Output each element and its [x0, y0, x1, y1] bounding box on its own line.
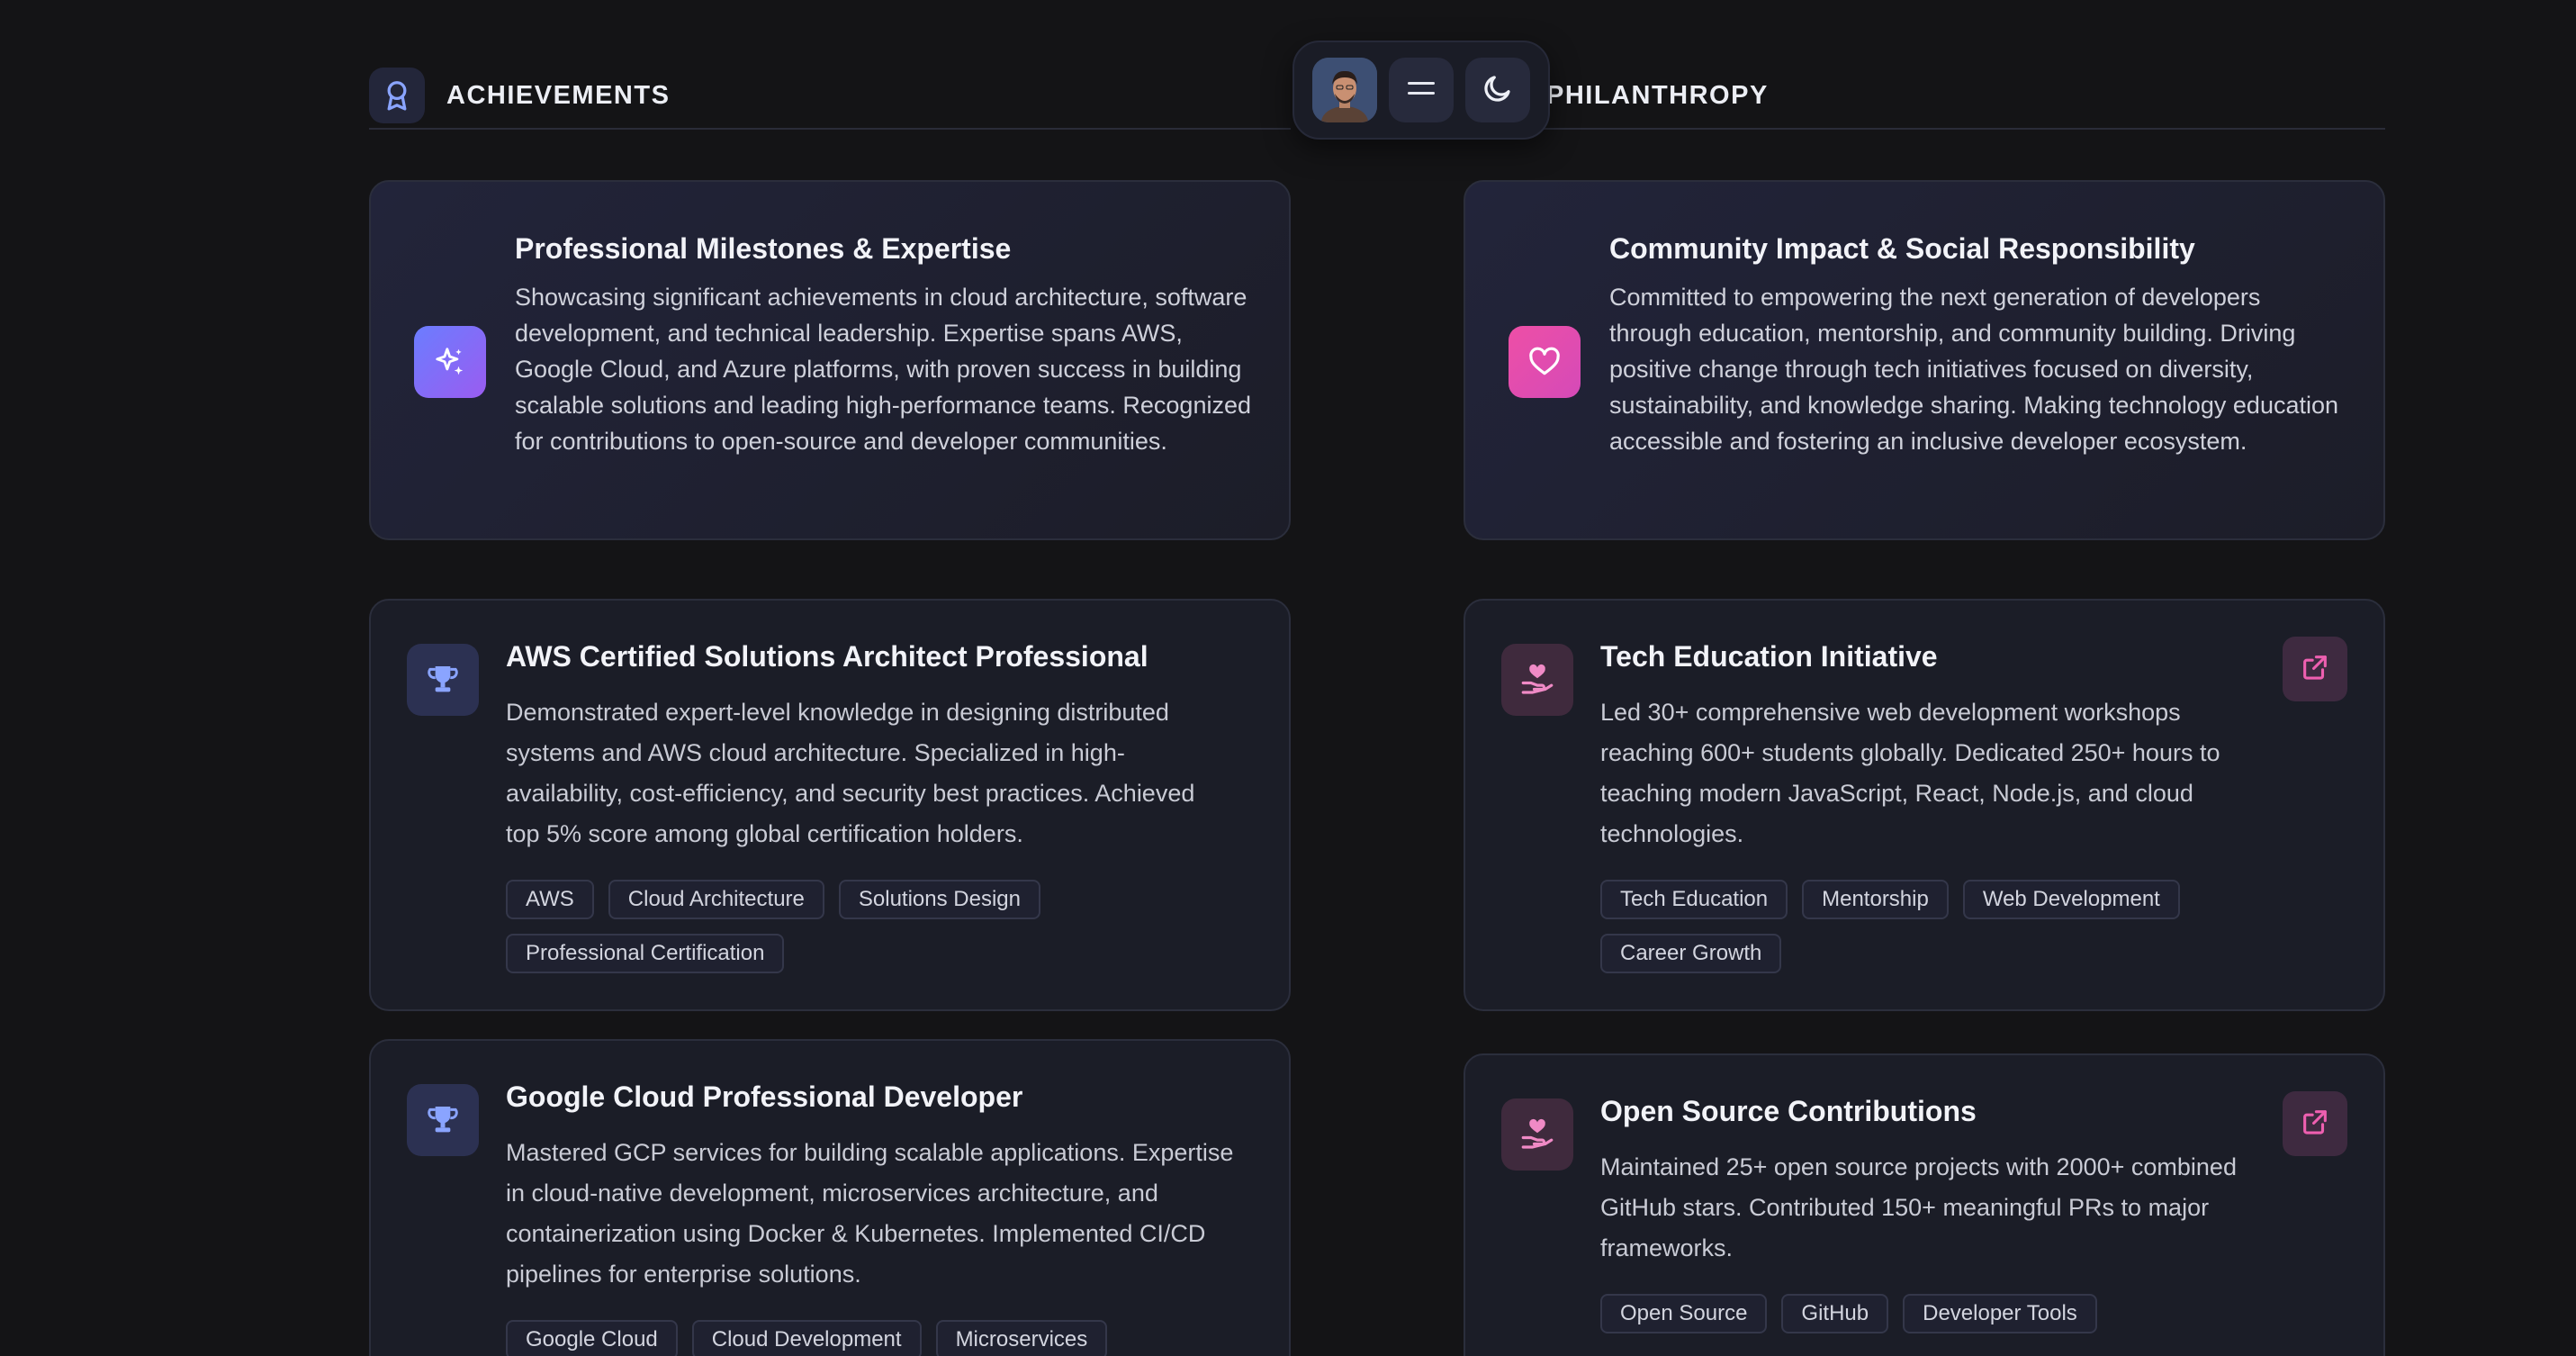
- external-link-icon: [2300, 1107, 2330, 1142]
- moon-icon: [1482, 72, 1514, 109]
- trophy-icon: [407, 644, 479, 716]
- philanthropy-hero-title: Community Impact & Social Responsibility: [1609, 232, 2195, 265]
- tag-list: Open Source GitHub Developer Tools: [1600, 1294, 2338, 1333]
- tag-list: AWS Cloud Architecture Solutions Design …: [506, 880, 1244, 973]
- sparkles-icon: [414, 326, 486, 398]
- tag: Google Cloud: [506, 1320, 678, 1356]
- philanthropy-hero-card: Community Impact & Social Responsibility…: [1464, 180, 2385, 540]
- heart-icon: [1509, 326, 1581, 398]
- floating-navbar: [1293, 41, 1550, 140]
- tag: AWS: [506, 880, 594, 919]
- external-link-button[interactable]: [2283, 1091, 2347, 1156]
- menu-icon: [1406, 78, 1437, 103]
- philanthropy-card-open-source: Open Source Contributions Maintained 25+…: [1464, 1053, 2385, 1356]
- achievements-title: ACHIEVEMENTS: [446, 80, 671, 110]
- achievement-description: Mastered GCP services for building scala…: [506, 1139, 1234, 1288]
- tag: Professional Certification: [506, 934, 785, 973]
- philanthropy-header: PHILANTHROPY: [1464, 63, 2385, 130]
- tag: GitHub: [1781, 1294, 1889, 1333]
- tag: Open Source: [1600, 1294, 1768, 1333]
- hand-heart-icon: [1501, 644, 1573, 716]
- tag: Tech Education: [1600, 880, 1788, 919]
- achievements-hero-description: Showcasing significant achievements in c…: [515, 284, 1251, 455]
- philanthropy-hero-description: Committed to empowering the next generat…: [1609, 284, 2339, 455]
- tag-list: Google Cloud Cloud Development Microserv…: [506, 1320, 1244, 1356]
- tag: Mentorship: [1802, 880, 1949, 919]
- achievements-header: ACHIEVEMENTS: [369, 63, 1291, 130]
- tag: Cloud Development: [691, 1320, 922, 1356]
- theme-toggle-button[interactable]: [1464, 58, 1530, 122]
- tag: Career Growth: [1600, 934, 1782, 973]
- philanthropy-title: Tech Education Initiative: [1600, 640, 1938, 673]
- trophy-icon: [407, 1084, 479, 1156]
- tag-list: Tech Education Mentorship Web Developmen…: [1600, 880, 2338, 973]
- tag: Web Development: [1962, 880, 2180, 919]
- portfolio-page: ACHIEVEMENTS PHILANTHROPY Professional M…: [0, 0, 2576, 1356]
- tag: Cloud Architecture: [608, 880, 824, 919]
- philanthropy-description: Maintained 25+ open source projects with…: [1600, 1153, 2237, 1261]
- external-link-button[interactable]: [2283, 637, 2347, 701]
- achievement-title: Google Cloud Professional Developer: [506, 1080, 1023, 1113]
- menu-button[interactable]: [1388, 58, 1454, 122]
- external-link-icon: [2300, 652, 2330, 687]
- award-icon: [369, 68, 425, 123]
- achievement-card-aws: AWS Certified Solutions Architect Profes…: [369, 599, 1291, 1011]
- tag: Solutions Design: [838, 880, 1040, 919]
- achievement-title: AWS Certified Solutions Architect Profes…: [506, 640, 1148, 673]
- achievement-card-gcp: Google Cloud Professional Developer Mast…: [369, 1039, 1291, 1356]
- tag: Microservices: [935, 1320, 1108, 1356]
- philanthropy-description: Led 30+ comprehensive web development wo…: [1600, 699, 2220, 847]
- philanthropy-card-education: Tech Education Initiative Led 30+ compre…: [1464, 599, 2385, 1011]
- achievements-hero-card: Professional Milestones & Expertise Show…: [369, 180, 1291, 540]
- achievement-description: Demonstrated expert-level knowledge in d…: [506, 699, 1195, 847]
- philanthropy-title: Open Source Contributions: [1600, 1095, 1977, 1127]
- hand-heart-icon: [1501, 1098, 1573, 1171]
- tag: Developer Tools: [1903, 1294, 2097, 1333]
- achievements-hero-title: Professional Milestones & Expertise: [515, 232, 1012, 265]
- avatar[interactable]: [1312, 58, 1378, 122]
